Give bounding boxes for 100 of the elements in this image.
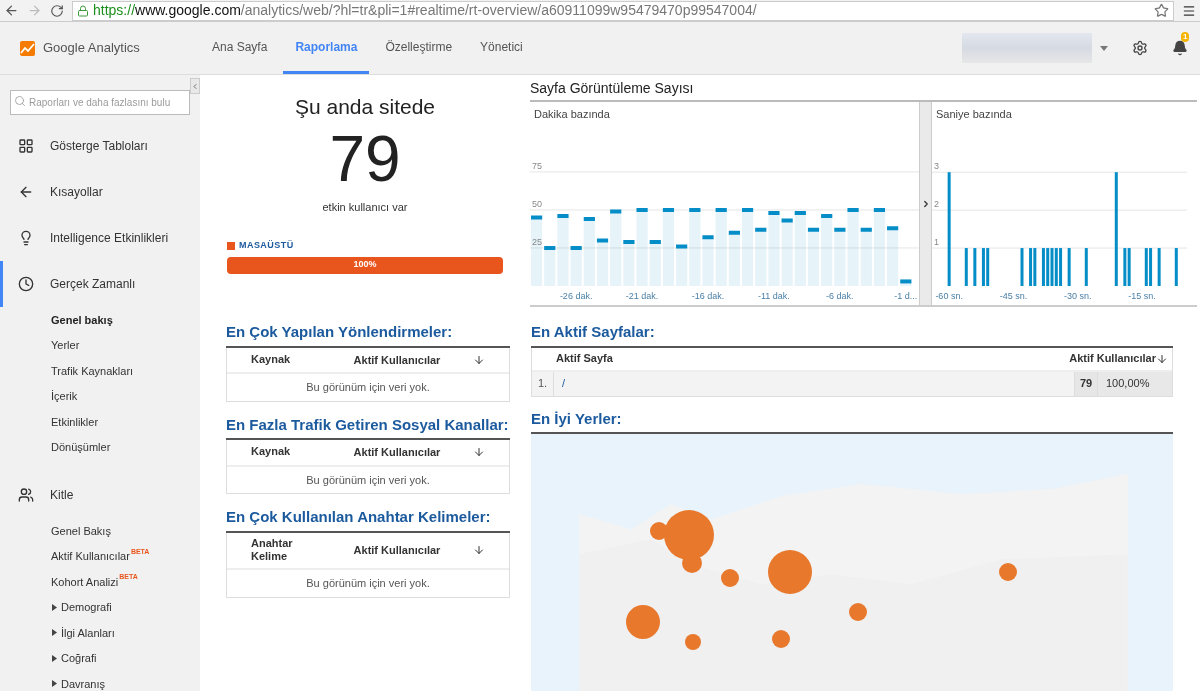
nav-item[interactable]: Intelligence Etkinlikleri — [0, 215, 200, 261]
url-scheme: https:// — [93, 1, 136, 20]
bar — [832, 227, 848, 288]
url-path: /analytics/web/?hl=tr&pli=1#realtime/rt-overview/a60911099w95479470p99547004/ — [240, 1, 757, 20]
back-icon[interactable] — [4, 3, 19, 18]
bar — [1067, 248, 1071, 286]
caret-right-icon — [52, 603, 57, 611]
chart-subtitle: Dakika bazında — [534, 107, 610, 122]
search-icon — [14, 95, 26, 107]
nav-icon — [18, 138, 34, 154]
nav-subitem[interactable]: Etkinlikler — [0, 409, 200, 435]
notification-badge: 1 — [1181, 32, 1190, 42]
caret-right-icon — [52, 629, 57, 637]
collapse-sidebar-button[interactable] — [190, 78, 200, 94]
location-bubble[interactable] — [768, 550, 812, 594]
x-tick-label: -60 sn. — [935, 291, 963, 301]
bar — [973, 248, 977, 286]
nav-item[interactable]: Kitle — [0, 472, 200, 518]
table-title: En Aktif Sayfalar: — [531, 321, 1173, 348]
column-header[interactable]: Aktif Kullanıcılar — [321, 542, 473, 559]
url-host: www.google.com — [135, 1, 241, 20]
nav-icon — [18, 276, 34, 292]
bar — [726, 230, 742, 288]
nav-tab[interactable]: Ana Sayfa — [200, 22, 280, 74]
sort-icon[interactable] — [1156, 352, 1168, 365]
sort-icon[interactable] — [473, 446, 485, 459]
nav-item[interactable]: Gerçek Zamanlı — [0, 261, 200, 307]
address-bar[interactable]: https://www.google.com/analytics/web/?hl=tr&pli=1#realtime/rt-overview/a60911099w95479470p99547004/ — [72, 0, 1174, 21]
nav-subitem[interactable]: Dönüşümler — [0, 434, 200, 460]
column-header[interactable]: Aktif Kullanıcılar — [1069, 350, 1156, 367]
location-bubble[interactable] — [772, 630, 790, 648]
bar — [753, 227, 769, 288]
location-bubble[interactable] — [999, 563, 1017, 581]
x-tick-label: -15 sn. — [1128, 291, 1156, 301]
nav-group[interactable]: Davranış — [0, 671, 200, 691]
empty-message: Bu görünüm için veri yok. — [305, 380, 431, 395]
location-bubble[interactable] — [626, 605, 660, 639]
search-field[interactable]: Raporları ve daha fazlasını bulu — [10, 90, 190, 115]
y-tick-label: 75 — [532, 160, 542, 171]
nav-subitem[interactable]: Genel bakış — [0, 307, 200, 333]
menu-icon[interactable] — [1182, 3, 1196, 18]
bar — [805, 227, 822, 288]
reload-icon[interactable] — [50, 3, 64, 18]
column-header[interactable]: Anahtar Kelime — [251, 536, 321, 564]
y-tick-label: 3 — [934, 161, 939, 172]
page-link[interactable]: / — [554, 371, 1074, 396]
nav-subitem[interactable]: Trafik Kaynakları — [0, 358, 200, 384]
sort-icon[interactable] — [473, 544, 485, 557]
column-header[interactable]: Aktif Kullanıcılar — [321, 444, 473, 461]
chart-subtitle: Saniye bazında — [936, 107, 1012, 122]
empty-message: Bu görünüm için veri yok. — [305, 472, 431, 488]
nav-tab[interactable]: Özelleştirme — [373, 22, 465, 74]
column-header[interactable]: Aktif Sayfa — [556, 350, 1070, 367]
location-bubble[interactable] — [721, 569, 739, 587]
location-bubble[interactable] — [685, 634, 701, 650]
nav-subitem[interactable]: Genel Bakış — [0, 518, 200, 544]
empty-message: Bu görünüm için veri yok. — [305, 576, 431, 591]
dropdown-caret-icon[interactable] — [1100, 45, 1108, 51]
bar — [1157, 248, 1161, 286]
chevron-left-icon — [191, 81, 199, 91]
y-tick-label: 50 — [532, 198, 542, 209]
realtime-caption: etkin kullanıcı var — [322, 199, 408, 215]
nav-group[interactable]: Demografi — [0, 594, 200, 620]
sort-icon[interactable] — [473, 353, 485, 366]
active-user-count: 79 — [329, 126, 401, 191]
x-tick-label: -26 dak. — [559, 291, 593, 301]
device-label: MASAÜSTÜ — [239, 239, 294, 252]
y-tick-label: 25 — [532, 237, 542, 247]
x-tick-label: -30 sn. — [1063, 291, 1092, 301]
location-bubble[interactable] — [849, 603, 867, 621]
lock-icon — [77, 4, 89, 17]
bookmark-star-icon[interactable] — [1154, 3, 1169, 18]
expand-button[interactable] — [919, 102, 932, 305]
bar — [1174, 248, 1178, 286]
forward-icon[interactable] — [27, 3, 42, 18]
location-bubble[interactable] — [664, 510, 714, 560]
column-header[interactable]: Kaynak — [251, 445, 321, 460]
nav-subitem[interactable]: Yerler — [0, 332, 200, 358]
table-cell: 79 — [1074, 371, 1098, 396]
column-header[interactable]: Kaynak — [251, 352, 321, 367]
bar — [858, 227, 874, 288]
nav-item[interactable]: Kısayollar — [0, 169, 200, 215]
bar — [1020, 248, 1024, 286]
nav-subitem[interactable]: İçerik — [0, 383, 200, 409]
product-name: Google Analytics — [43, 39, 140, 58]
caret-right-icon — [52, 680, 57, 688]
x-tick-label: -45 sn. — [999, 291, 1028, 301]
bar — [964, 248, 968, 286]
x-tick-label: -21 dak. — [625, 291, 659, 301]
nav-icon — [18, 184, 34, 200]
column-header[interactable]: Aktif Kullanıcılar — [321, 351, 473, 368]
settings-icon[interactable] — [1132, 40, 1148, 56]
nav-tab[interactable]: Yönetici — [468, 22, 535, 74]
bar — [1084, 248, 1088, 286]
nav-group[interactable]: Coğrafi — [0, 645, 200, 671]
row-index: 1. — [532, 371, 554, 396]
caret-right-icon — [52, 654, 57, 662]
notification-bell-icon[interactable] — [1172, 40, 1188, 56]
nav-item[interactable]: Gösterge Tabloları — [0, 123, 200, 169]
nav-group[interactable]: İlgi Alanları — [0, 620, 200, 646]
